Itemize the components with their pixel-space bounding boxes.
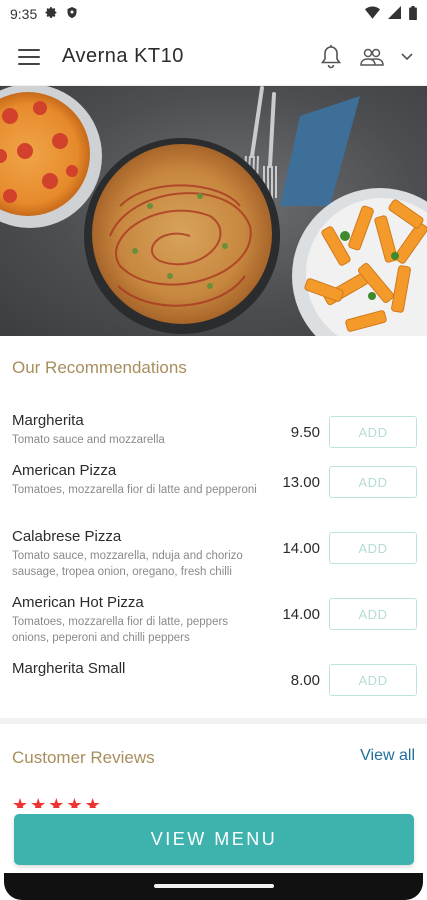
list-item: Margherita Small 8.00 ADD [0, 660, 427, 720]
add-button[interactable]: ADD [329, 598, 417, 630]
item-description: Tomato sauce, mozzarella, nduja and chor… [12, 550, 243, 578]
section-divider [0, 718, 427, 724]
add-button[interactable]: ADD [329, 532, 417, 564]
item-description: Tomatoes, mozzarella fior di latte and p… [12, 484, 257, 496]
reviews-title: Customer Reviews [12, 748, 155, 767]
chevron-down-icon[interactable] [401, 52, 413, 61]
page-title: Averna KT10 [62, 45, 184, 67]
add-button[interactable]: ADD [329, 664, 417, 696]
rating-stars: ★ ★ ★ ★ ★ [12, 796, 101, 808]
list-item: American Hot Pizza Tomatoes, mozzarella … [0, 594, 427, 654]
item-name: Margherita Small [12, 660, 126, 677]
hero-image [0, 86, 427, 336]
view-menu-button[interactable]: VIEW MENU [14, 814, 414, 865]
item-description: Tomatoes, mozzarella fior di latte, pepp… [12, 616, 229, 644]
star-icon: ★ [84, 796, 101, 808]
status-bar: 9:35 [0, 0, 427, 28]
list-item: American Pizza Tomatoes, mozzarella fior… [0, 462, 427, 522]
gear-icon [45, 6, 58, 22]
item-price: 14.00 [282, 606, 320, 623]
item-name: Margherita [12, 412, 84, 429]
item-name: American Hot Pizza [12, 594, 144, 611]
wifi-icon [365, 6, 380, 22]
star-icon: ★ [48, 796, 65, 808]
system-nav-bar [4, 873, 423, 900]
shield-icon [66, 6, 78, 22]
users-icon[interactable] [359, 46, 385, 68]
item-price: 8.00 [290, 672, 320, 689]
recommendations-title: Our Recommendations [12, 358, 187, 377]
view-all-link[interactable]: View all [360, 747, 415, 765]
signal-icon [388, 6, 401, 22]
item-price: 13.00 [282, 474, 320, 491]
menu-icon[interactable] [18, 44, 44, 70]
item-price: 9.50 [290, 424, 320, 441]
add-button[interactable]: ADD [329, 416, 417, 448]
list-item: Calabrese Pizza Tomato sauce, mozzarella… [0, 528, 427, 588]
item-description: Tomato sauce and mozzarella [12, 434, 165, 446]
bell-icon[interactable] [319, 44, 343, 70]
item-price: 14.00 [282, 540, 320, 557]
status-left: 9:35 [10, 6, 78, 22]
star-icon: ★ [30, 796, 47, 808]
add-button[interactable]: ADD [329, 466, 417, 498]
status-right [365, 5, 417, 23]
item-name: American Pizza [12, 462, 117, 479]
item-name: Calabrese Pizza [12, 528, 122, 545]
status-time: 9:35 [10, 6, 38, 22]
home-indicator[interactable] [154, 884, 274, 888]
header-actions [319, 44, 413, 70]
battery-icon [409, 5, 417, 23]
star-icon: ★ [12, 796, 29, 808]
app-header: Averna KT10 [0, 28, 427, 86]
star-icon: ★ [66, 796, 83, 808]
